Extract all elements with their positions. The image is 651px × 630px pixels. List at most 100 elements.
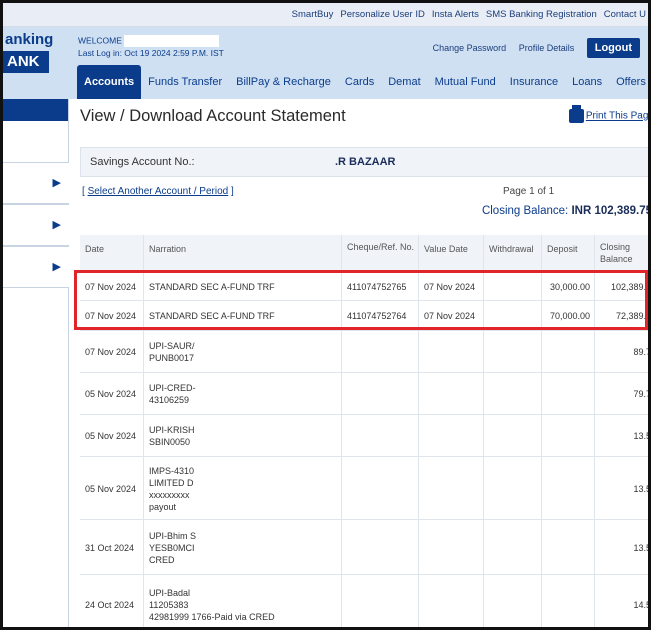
column-header-label: Cheque/Ref. No. bbox=[347, 242, 415, 252]
table-row[interactable]: 05 Nov 2024 UPI-KRISH SBIN0050 13.53 bbox=[80, 415, 648, 457]
cell-narration: UPI-CRED- 43106259 bbox=[144, 373, 342, 414]
narration-line: IMPS-4310 bbox=[149, 465, 195, 476]
narration-line: UPI-SAUR/ bbox=[149, 341, 195, 351]
logout-button[interactable]: Logout bbox=[586, 38, 640, 58]
cell-date: 05 Nov 2024 bbox=[80, 457, 144, 519]
table-row[interactable]: 05 Nov 2024 IMPS-4310 LIMITED Dxxxxxxxxx pa… bbox=[80, 457, 648, 520]
sidebar-item-3[interactable]: ▶ bbox=[3, 246, 69, 288]
nav-tab-offers[interactable]: Offers bbox=[609, 65, 648, 99]
page-info: Page 1 of 1 bbox=[503, 186, 555, 197]
nav-tab-billpay-recharge[interactable]: BillPay & Recharge bbox=[229, 65, 338, 99]
bank-logo[interactable]: anking ANK bbox=[3, 31, 71, 73]
closing-balance-value: INR 102,389.75 bbox=[571, 205, 651, 217]
balance-value: 79.75 bbox=[633, 389, 651, 399]
nav-tab-insurance[interactable]: Insurance bbox=[503, 65, 565, 99]
deposit-value: 30,000.00 bbox=[549, 282, 590, 292]
cell-ref bbox=[342, 415, 419, 456]
cell-withdrawal bbox=[484, 373, 542, 414]
utility-link[interactable]: Personalize User ID bbox=[340, 9, 424, 20]
column-header-label: Deposit bbox=[547, 244, 578, 254]
cell-withdrawal bbox=[484, 575, 542, 627]
cell-withdrawal bbox=[484, 301, 542, 330]
date-value: 05 Nov 2024 bbox=[85, 431, 137, 441]
cell-deposit bbox=[542, 373, 595, 414]
cell-deposit: 70,000.00 bbox=[542, 301, 595, 330]
select-another-account-link[interactable]: Select Another Account / Period bbox=[88, 186, 229, 197]
date-value: 24 Oct 2024 bbox=[85, 600, 135, 610]
profile-details-link[interactable]: Profile Details bbox=[519, 43, 575, 53]
column-header: Withdrawal bbox=[484, 235, 542, 272]
play-arrow-icon: ▶ bbox=[52, 261, 61, 273]
cell-deposit bbox=[542, 331, 595, 372]
main-content: View / Download Account Statement Print … bbox=[69, 99, 651, 627]
nav-tab-cards[interactable]: Cards bbox=[338, 65, 381, 99]
nav-tab-loans[interactable]: Loans bbox=[565, 65, 609, 99]
utility-link[interactable]: Contact U bbox=[604, 9, 646, 20]
nav-tab-accounts[interactable]: Accounts bbox=[77, 65, 142, 99]
narration-line: 11205383 bbox=[149, 600, 189, 610]
table-row[interactable]: 24 Oct 2024 UPI-Badal 11205383 42981999 176… bbox=[80, 575, 651, 627]
table-row[interactable]: 07 Nov 2024 STANDARD SEC A-FUND TRF 411074… bbox=[80, 273, 648, 301]
cell-withdrawal bbox=[484, 415, 542, 456]
sidebar-item-2[interactable]: ▶ bbox=[3, 204, 69, 246]
utility-bar: SmartBuy Personalize User ID Insta Alerts S… bbox=[3, 3, 648, 27]
cell-withdrawal bbox=[484, 457, 542, 519]
narration-line: CRED bbox=[149, 554, 175, 565]
cell-date: 07 Nov 2024 bbox=[80, 301, 144, 330]
column-header-label: Date bbox=[85, 244, 105, 254]
play-arrow-icon: ▶ bbox=[52, 177, 61, 189]
balance-value: 89.75 bbox=[633, 347, 651, 357]
logo-text-bottom: ANK bbox=[3, 51, 49, 73]
narration-line: UPI-Bhim S bbox=[149, 530, 197, 541]
cell-date: 24 Oct 2024 bbox=[80, 575, 144, 627]
column-header: Closing Balance bbox=[595, 235, 648, 272]
narration-line: STANDARD SEC A-FUND TRF bbox=[149, 311, 275, 321]
account-name: .R BAZAAR bbox=[335, 156, 396, 168]
cell-narration: UPI-Badal 11205383 42981999 1766-Paid via … bbox=[144, 575, 342, 627]
table-row[interactable]: 05 Nov 2024 UPI-CRED- 43106259 79.75 bbox=[80, 373, 651, 415]
cell-balance: 14.53 bbox=[595, 575, 651, 627]
cell-ref bbox=[342, 575, 419, 627]
balance-value: 14.53 bbox=[633, 600, 651, 610]
table-row[interactable]: 07 Nov 2024 UPI-SAUR/PUNB0017 89.75 bbox=[80, 331, 651, 373]
site-header: anking ANK WELCOME Last Log in: Oct 19 2… bbox=[3, 27, 648, 99]
closing-balance: Closing Balance: INR 102,389.75 bbox=[482, 205, 651, 217]
value_date-value: 07 Nov 2024 bbox=[424, 311, 476, 321]
cell-balance: 89.75 bbox=[595, 331, 651, 372]
cell-value_date bbox=[419, 415, 484, 456]
cell-narration: STANDARD SEC A-FUND TRF bbox=[144, 301, 342, 330]
utility-link[interactable]: Insta Alerts bbox=[432, 9, 479, 20]
date-value: 07 Nov 2024 bbox=[85, 311, 137, 321]
nav-tab-funds-transfer[interactable]: Funds Transfer bbox=[141, 65, 229, 99]
table-row[interactable]: 07 Nov 2024 STANDARD SEC A-FUND TRF 411074… bbox=[80, 301, 648, 331]
utility-link[interactable]: SmartBuy bbox=[292, 9, 334, 20]
sidebar-item-1[interactable]: ▶ bbox=[3, 162, 69, 204]
cell-narration: UPI-Bhim S YESB0MCI CRED bbox=[144, 520, 342, 574]
table-row[interactable]: 31 Oct 2024 UPI-Bhim SYESB0MCICRED 13.53 bbox=[80, 520, 648, 575]
nav-tab-mutual-fund[interactable]: Mutual Fund bbox=[428, 65, 503, 99]
narration-line: 43106259 bbox=[149, 395, 190, 405]
utility-links: SmartBuy Personalize User ID Insta Alerts S… bbox=[285, 9, 646, 20]
cell-deposit bbox=[542, 520, 595, 574]
cell-date: 05 Nov 2024 bbox=[80, 373, 144, 414]
bracket-close: ] bbox=[228, 186, 234, 197]
select-account-period: [ Select Another Account / Period ] bbox=[82, 186, 234, 197]
cell-withdrawal bbox=[484, 331, 542, 372]
cell-deposit: 30,000.00 bbox=[542, 273, 595, 300]
cell-narration: UPI-SAUR/PUNB0017 bbox=[144, 331, 342, 372]
cell-value_date bbox=[419, 331, 484, 372]
utility-link[interactable]: SMS Banking Registration bbox=[486, 9, 597, 20]
change-password-link[interactable]: Change Password bbox=[433, 43, 507, 53]
column-header-label: Value Date bbox=[424, 244, 468, 254]
cell-withdrawal bbox=[484, 520, 542, 574]
narration-line: STANDARD SEC A-FUND TRF bbox=[149, 282, 275, 292]
welcome-label: WELCOME bbox=[78, 35, 122, 46]
page-title: View / Download Account Statement bbox=[80, 107, 346, 125]
cell-balance: 13.53 bbox=[595, 520, 648, 574]
left-sidebar: ▶ ▶ ▶ bbox=[3, 99, 69, 627]
nav-tab-demat[interactable]: Demat bbox=[381, 65, 427, 99]
cell-withdrawal bbox=[484, 273, 542, 300]
print-page-link[interactable]: Print This Page bbox=[568, 105, 648, 123]
main-nav: Accounts Funds Transfer BillPay & Recharge… bbox=[77, 65, 648, 99]
redacted-name bbox=[123, 35, 219, 47]
